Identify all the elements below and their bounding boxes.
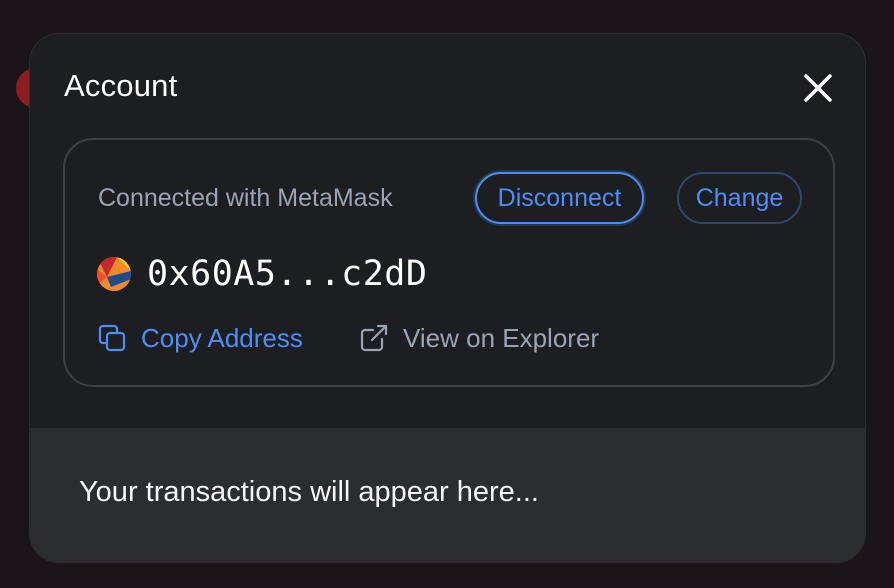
modal-title: Account <box>64 68 178 103</box>
change-wallet-button[interactable]: Change <box>677 172 802 224</box>
transactions-section: Your transactions will appear here... <box>30 428 865 562</box>
address-row: 0x60A5...c2dD <box>97 254 427 294</box>
account-modal: Account Connected with MetaMask Disconne… <box>29 33 866 563</box>
close-icon <box>804 74 832 102</box>
close-button[interactable] <box>798 68 838 108</box>
transactions-empty-message: Your transactions will appear here... <box>79 476 539 508</box>
copy-address-label: Copy Address <box>141 322 303 353</box>
copy-address-link[interactable]: Copy Address <box>97 320 303 356</box>
connected-wallet-label: Connected with MetaMask <box>98 184 393 212</box>
account-card: Connected with MetaMask Disconnect Chang… <box>63 138 835 387</box>
identicon-avatar <box>97 257 131 291</box>
disconnect-button[interactable]: Disconnect <box>475 172 644 224</box>
copy-icon <box>98 324 126 352</box>
wallet-address: 0x60A5...c2dD <box>147 254 428 294</box>
external-link-icon <box>360 324 388 352</box>
view-on-explorer-label: View on Explorer <box>403 322 600 353</box>
view-on-explorer-link[interactable]: View on Explorer <box>359 320 599 356</box>
